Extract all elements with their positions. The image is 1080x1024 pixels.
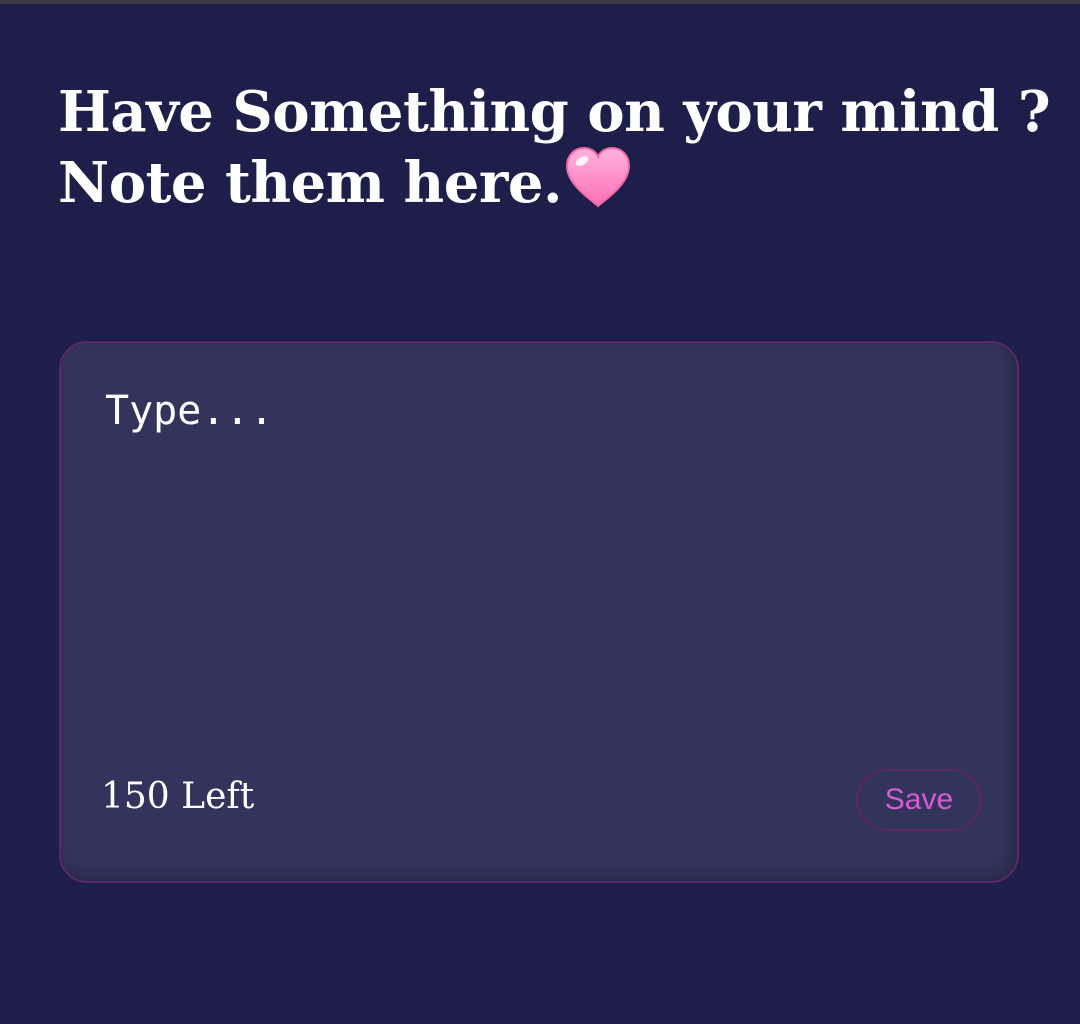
heading-line-1: Have Something on your mind ?	[58, 79, 1051, 145]
page-heading: Have Something on your mind ? Note them …	[58, 78, 1051, 217]
window-top-edge	[0, 0, 1080, 4]
heading-line-2-wrapper: Note them here.	[58, 146, 1048, 217]
heading-line-2: Note them here.	[58, 150, 562, 216]
save-button[interactable]: Save	[856, 769, 982, 831]
note-card: 150 Left Save	[59, 341, 1019, 883]
notes-page: Have Something on your mind ? Note them …	[0, 0, 1080, 1024]
note-input[interactable]	[105, 383, 975, 713]
heart-icon	[564, 146, 632, 208]
characters-left-counter: 150 Left	[101, 776, 255, 817]
